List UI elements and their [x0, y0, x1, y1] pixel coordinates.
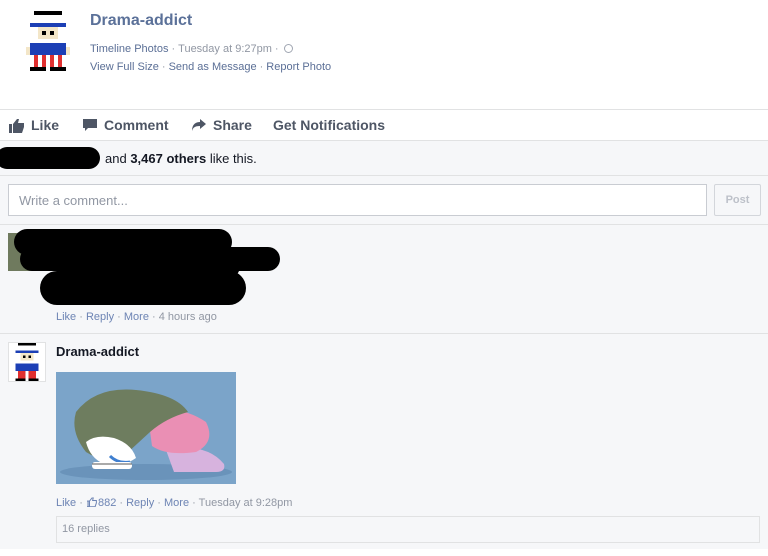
comment-label: Comment: [104, 117, 169, 133]
likes-text: and 3,467 others like this.: [105, 151, 257, 166]
likes-count-link[interactable]: 3,467 others: [130, 151, 206, 166]
comment-like-link[interactable]: Like: [56, 497, 76, 509]
photo-action-links: View Full Size · Send as Message · Report Ph…: [90, 61, 332, 73]
thumbs-up-icon: [86, 497, 97, 510]
speech-bubble-icon: [83, 119, 97, 131]
comment-sticker-image[interactable]: [56, 372, 236, 484]
post-meta: Timeline Photos · Tuesday at 9:27pm ·: [90, 43, 293, 55]
thumbs-up-icon: [9, 118, 24, 133]
globe-icon[interactable]: [283, 44, 293, 53]
view-full-size-link[interactable]: View Full Size: [90, 61, 159, 73]
comment-reply-link[interactable]: Reply: [126, 497, 154, 509]
like-button[interactable]: Like: [9, 117, 59, 133]
likes-and: and: [105, 151, 127, 166]
photo-header: Drama-addict Timeline Photos · Tuesday at …: [0, 0, 768, 109]
comment-more-link[interactable]: More: [164, 497, 189, 509]
get-notifications-button[interactable]: Get Notifications: [273, 117, 385, 133]
commenter-avatar[interactable]: [8, 342, 46, 382]
page-avatar[interactable]: [22, 11, 74, 71]
comment-time[interactable]: Tuesday at 9:28pm: [199, 497, 293, 509]
redaction-mark: [0, 147, 100, 169]
comment-meta: Like · 882 · Reply · More · Tuesday at 9…: [56, 497, 293, 510]
comment-like-link[interactable]: Like: [56, 311, 76, 323]
view-replies-link[interactable]: 16 replies: [56, 516, 760, 543]
get-notifications-label: Get Notifications: [273, 117, 386, 133]
comment-like-count[interactable]: 882: [98, 497, 116, 509]
post-timestamp[interactable]: Tuesday at 9:27pm: [178, 43, 272, 55]
action-bar: Like Comment Share Get Notifications: [0, 110, 768, 140]
share-arrow-icon: [192, 119, 206, 131]
report-photo-link[interactable]: Report Photo: [266, 61, 331, 73]
likes-suffix: like this.: [209, 151, 257, 166]
commenter-name[interactable]: Drama-addict: [56, 344, 139, 359]
comment-button[interactable]: Comment: [82, 117, 169, 133]
comment-item: Like · Reply · More · 4 hours ago: [0, 225, 768, 333]
send-as-message-link[interactable]: Send as Message: [169, 61, 257, 73]
like-label: Like: [31, 117, 60, 133]
comment-meta: Like · Reply · More · 4 hours ago: [56, 311, 217, 323]
comment-time[interactable]: 4 hours ago: [159, 311, 217, 323]
page-bottom: [0, 549, 768, 556]
likes-summary: and 3,467 others like this.: [0, 141, 768, 175]
post-button[interactable]: Post: [714, 184, 761, 216]
comment-reply-link[interactable]: Reply: [86, 311, 114, 323]
comment-input[interactable]: [8, 184, 707, 216]
page-name-link[interactable]: Drama-addict: [90, 12, 192, 30]
comment-item: Drama-addict Like · 882 · Reply · More ·…: [0, 334, 768, 549]
album-link[interactable]: Timeline Photos: [90, 43, 168, 55]
share-label: Share: [213, 117, 252, 133]
redaction-mark: [60, 253, 240, 279]
share-button[interactable]: Share: [191, 117, 252, 133]
comment-more-link[interactable]: More: [124, 311, 149, 323]
comment-composer: Post: [0, 176, 768, 224]
